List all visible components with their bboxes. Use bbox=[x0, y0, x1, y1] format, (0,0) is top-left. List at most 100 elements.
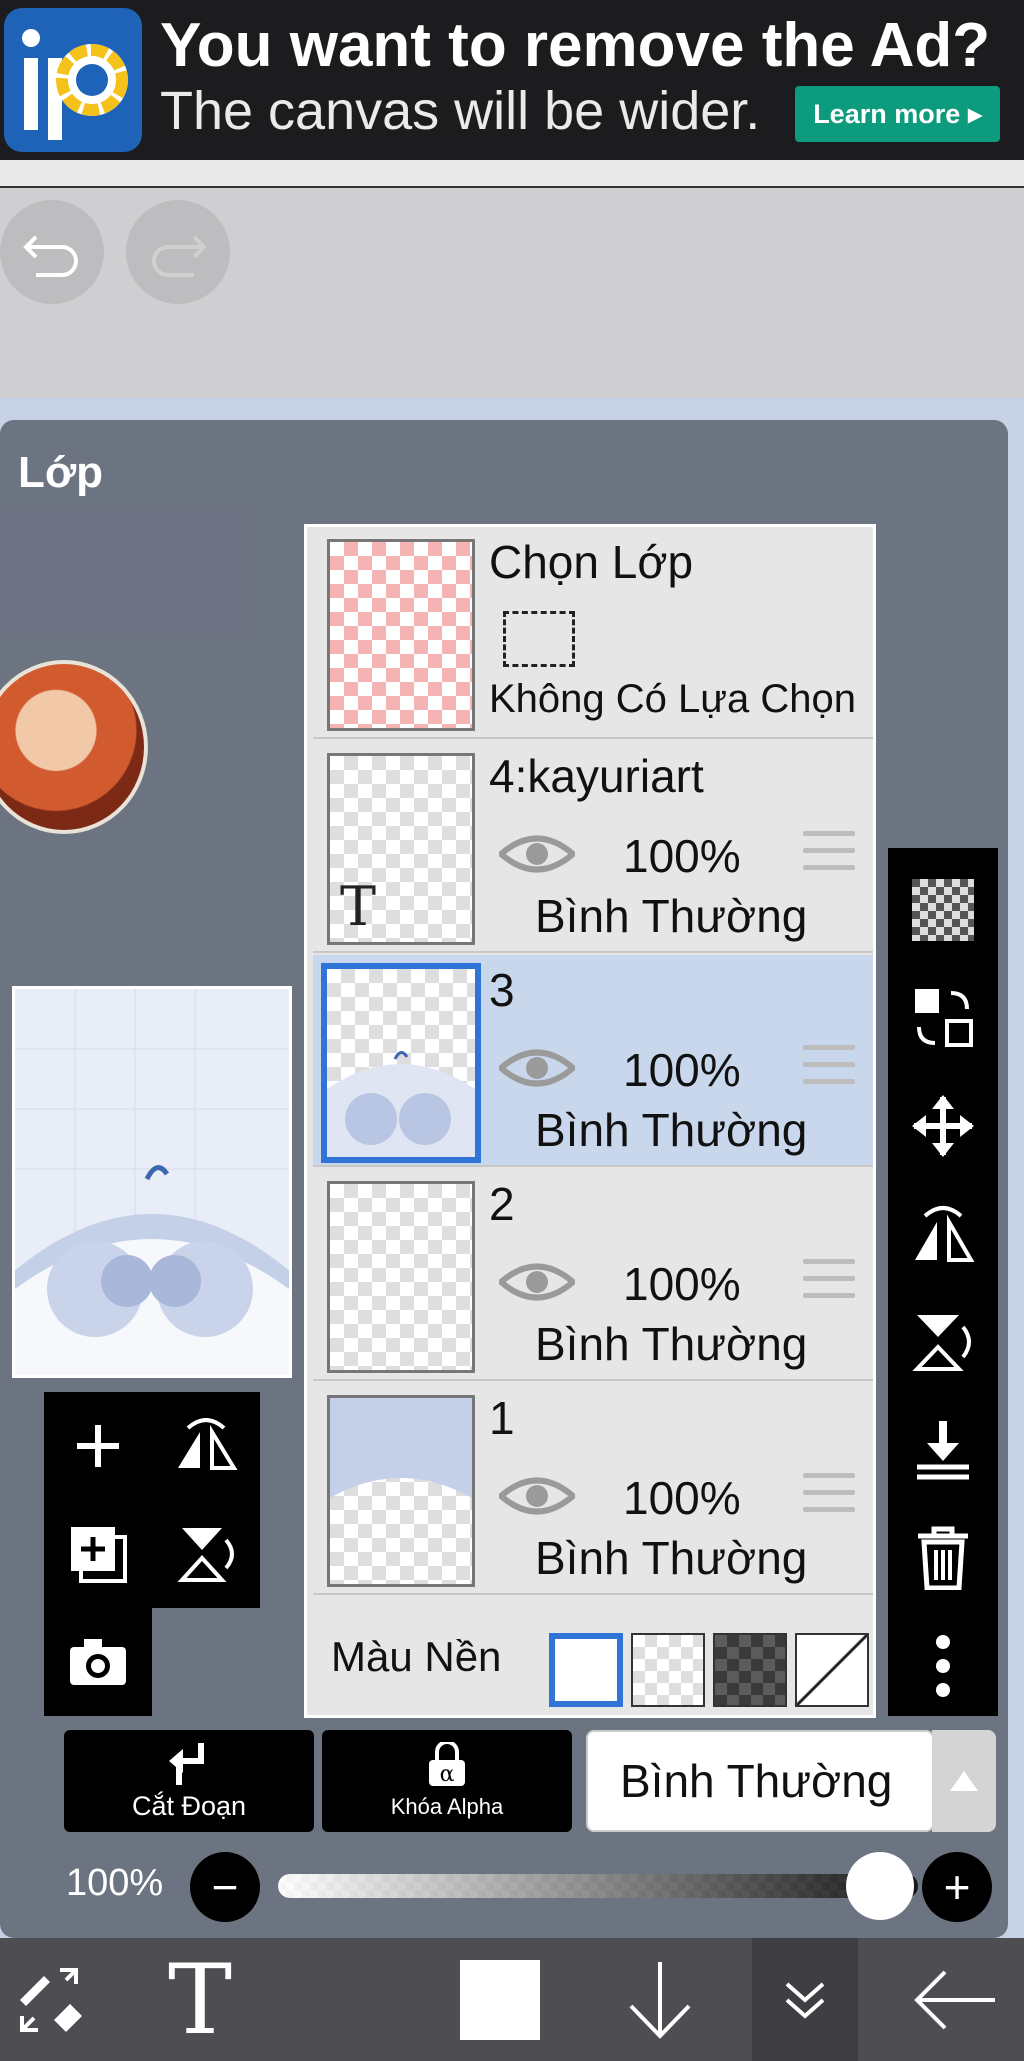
trash-icon bbox=[918, 1526, 968, 1590]
tool-selector-button[interactable] bbox=[0, 1938, 100, 2061]
text-layer-icon: T bbox=[340, 875, 377, 938]
swap-icon bbox=[915, 989, 973, 1047]
blend-mode-value: Bình Thường bbox=[620, 1755, 893, 1807]
move-button[interactable] bbox=[888, 1072, 998, 1180]
opacity-minus-button[interactable]: − bbox=[190, 1852, 260, 1922]
alpha-lock-icon: α bbox=[429, 1742, 465, 1787]
layer-name: 3 bbox=[489, 964, 515, 1016]
layers-collapse-button[interactable] bbox=[752, 1938, 858, 2061]
layer-list: Chọn Lớp Không Có Lựa Chọn T 4:kayuriart… bbox=[304, 524, 876, 1718]
bg-none-swatch[interactable] bbox=[795, 1633, 869, 1707]
layer-blend-mode: Bình Thường bbox=[535, 1318, 808, 1370]
play-arrow-icon: ▸ bbox=[968, 98, 982, 129]
layer-thumbnail bbox=[327, 1181, 475, 1373]
checker-icon bbox=[912, 879, 974, 941]
right-tool-column bbox=[888, 848, 998, 1716]
selection-thumbnail bbox=[327, 539, 475, 731]
minus-icon: − bbox=[211, 1861, 239, 1913]
brush-eraser-icon bbox=[20, 1967, 82, 2032]
layer-row-1[interactable]: 1 100% Bình Thường bbox=[313, 1383, 873, 1595]
clipping-button[interactable]: Cắt Đoạn bbox=[64, 1730, 314, 1832]
redo-icon bbox=[152, 235, 207, 277]
flip-vertical-icon bbox=[912, 1315, 971, 1371]
drag-handle-icon[interactable] bbox=[803, 1045, 855, 1096]
undo-icon bbox=[23, 235, 78, 277]
flip-horizontal-button[interactable] bbox=[152, 1392, 260, 1500]
ibis-paint-logo bbox=[4, 8, 142, 152]
selection-status: Không Có Lựa Chọn bbox=[489, 677, 857, 721]
clipping-label: Cắt Đoạn bbox=[131, 1790, 247, 1821]
redo-button[interactable] bbox=[126, 200, 230, 304]
current-color-swatch bbox=[460, 1959, 540, 2040]
layer-row-4[interactable]: T 4:kayuriart 100% Bình Thường bbox=[313, 741, 873, 953]
duplicate-layer-button[interactable] bbox=[44, 1500, 152, 1608]
camera-icon bbox=[70, 1639, 126, 1685]
duplicate-icon bbox=[71, 1527, 127, 1583]
double-chevron-down-icon bbox=[785, 1982, 825, 2019]
back-button[interactable] bbox=[900, 1938, 1010, 2061]
color-button[interactable] bbox=[450, 1938, 550, 2061]
layer-thumbnail bbox=[327, 1395, 475, 1587]
eye-icon[interactable] bbox=[499, 831, 575, 877]
down-arrow-button[interactable] bbox=[610, 1938, 710, 2061]
eye-icon[interactable] bbox=[499, 1045, 575, 1091]
ad-title: You want to remove the Ad? bbox=[160, 11, 991, 80]
merge-down-icon bbox=[917, 1421, 969, 1480]
drag-handle-icon[interactable] bbox=[803, 1473, 855, 1524]
drag-handle-icon[interactable] bbox=[803, 831, 855, 882]
import-photo-button[interactable] bbox=[44, 1608, 152, 1716]
blend-mode-select[interactable]: Bình Thường bbox=[586, 1730, 934, 1832]
layer-opacity: 100% bbox=[623, 830, 741, 882]
add-layer-button[interactable] bbox=[44, 1392, 152, 1500]
layer-opacity: 100% bbox=[623, 1044, 741, 1096]
flip-vertical-button[interactable] bbox=[152, 1500, 260, 1608]
layer-blend-mode: Bình Thường bbox=[535, 890, 808, 942]
alpha-lock-button[interactable]: α Khóa Alpha bbox=[322, 1730, 572, 1832]
eye-icon[interactable] bbox=[499, 1473, 575, 1519]
flip-horizontal-icon bbox=[178, 1418, 238, 1470]
layer-name: 2 bbox=[489, 1178, 515, 1230]
bg-dark-checker-swatch[interactable] bbox=[713, 1633, 787, 1707]
swap-layer-button[interactable] bbox=[888, 964, 998, 1072]
flip-horizontal-icon bbox=[915, 1206, 975, 1262]
plus-icon: + bbox=[943, 1861, 971, 1913]
bg-transparent-swatch[interactable] bbox=[631, 1633, 705, 1707]
opacity-slider-track[interactable] bbox=[278, 1874, 918, 1898]
eye-icon[interactable] bbox=[499, 1259, 575, 1305]
layer-row-3[interactable]: 3 100% Bình Thường bbox=[313, 955, 873, 1167]
layer-thumbnail: T bbox=[327, 753, 475, 945]
background-label: Màu Nền bbox=[331, 1633, 502, 1680]
flip-vertical-icon bbox=[177, 1528, 234, 1582]
opacity-value: 100% bbox=[66, 1862, 164, 1904]
plus-icon bbox=[77, 1425, 119, 1467]
more-options-button[interactable] bbox=[888, 1612, 998, 1720]
clipping-arrow-icon bbox=[169, 1742, 204, 1785]
bg-white-swatch[interactable] bbox=[549, 1633, 623, 1707]
flip-layer-horizontal-button[interactable] bbox=[888, 1180, 998, 1288]
delete-layer-button[interactable] bbox=[888, 1504, 998, 1612]
selection-layer-row[interactable]: Chọn Lớp Không Có Lựa Chọn bbox=[313, 527, 873, 739]
move-icon bbox=[912, 1095, 974, 1157]
text-tool-button[interactable]: T bbox=[150, 1938, 250, 2061]
undo-button[interactable] bbox=[0, 200, 104, 304]
ad-divider bbox=[0, 160, 1024, 188]
camera-panel bbox=[44, 1608, 152, 1716]
blend-mode-dropdown-button[interactable] bbox=[932, 1730, 996, 1832]
arrow-left-icon bbox=[914, 1970, 995, 2029]
transparency-button[interactable] bbox=[888, 856, 998, 964]
selection-marquee-icon bbox=[503, 611, 575, 667]
svg-text:α: α bbox=[440, 1762, 455, 1787]
merge-down-button[interactable] bbox=[888, 1396, 998, 1504]
layer-row-2[interactable]: 2 100% Bình Thường bbox=[313, 1169, 873, 1381]
flip-layer-vertical-button[interactable] bbox=[888, 1288, 998, 1396]
opacity-slider-thumb[interactable] bbox=[846, 1852, 914, 1920]
panel-title: Lớp bbox=[18, 448, 104, 497]
ad-subtitle: The canvas will be wider. bbox=[160, 81, 761, 141]
learn-more-button[interactable]: Learn more ▸ bbox=[795, 86, 1000, 142]
canvas-preview[interactable] bbox=[5, 986, 299, 1378]
drag-handle-icon[interactable] bbox=[803, 1259, 855, 1310]
arrow-down-icon bbox=[629, 1961, 691, 2039]
opacity-plus-button[interactable]: + bbox=[922, 1852, 992, 1922]
background-color-row: Màu Nền bbox=[313, 1603, 873, 1715]
text-tool-icon: T bbox=[167, 1943, 233, 2056]
